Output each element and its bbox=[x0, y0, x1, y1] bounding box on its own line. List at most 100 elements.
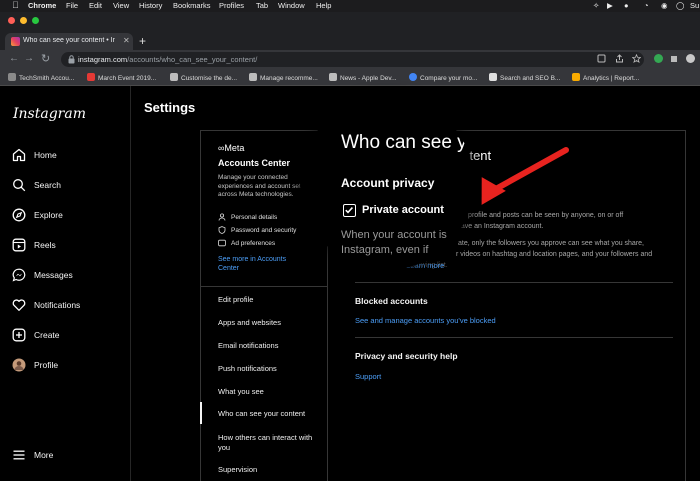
bookmark-item[interactable]: Analytics | Report... bbox=[572, 73, 639, 82]
bookmark-label: News - Apple Dev... bbox=[340, 75, 397, 82]
url-text[interactable]: instagram.com/accounts/who_can_see_your_… bbox=[78, 55, 257, 64]
instagram-logo[interactable]: Instagram bbox=[13, 106, 86, 122]
menu-help[interactable]: Help bbox=[316, 1, 331, 10]
nav-profile-label: Profile bbox=[34, 360, 59, 370]
privacy-description-line: have an Instagram account. bbox=[457, 223, 544, 230]
siri-icon[interactable]: ◉ bbox=[661, 1, 668, 10]
mac-menubar:  Chrome File Edit View History Bookmark… bbox=[0, 0, 700, 12]
menu-what-you-see[interactable]: What you see bbox=[218, 387, 264, 396]
menu-history[interactable]: History bbox=[139, 1, 162, 10]
menu-push-notifications[interactable]: Push notifications bbox=[218, 364, 277, 373]
bookmark-item[interactable]: News - Apple Dev... bbox=[329, 73, 397, 82]
bookmark-star-icon[interactable] bbox=[632, 54, 641, 63]
private-account-label[interactable]: Private account bbox=[362, 204, 444, 216]
support-link[interactable]: Support bbox=[355, 372, 381, 381]
apple-icon[interactable]:  bbox=[12, 0, 19, 10]
bookmark-item[interactable]: March Event 2019... bbox=[87, 73, 156, 82]
bookmark-label: Compare your mo... bbox=[420, 75, 478, 82]
nav-create-label: Create bbox=[34, 330, 60, 340]
instagram-sidebar bbox=[0, 86, 131, 481]
menu-app-chrome[interactable]: Chrome bbox=[28, 1, 56, 10]
tab-close-icon[interactable]: ✕ bbox=[123, 36, 130, 45]
apple-bookmark-icon bbox=[329, 73, 337, 81]
hamburger-icon bbox=[13, 450, 25, 460]
menu-profiles[interactable]: Profiles bbox=[219, 1, 244, 10]
menu-how-others-interact[interactable]: How others can interact with you bbox=[218, 433, 322, 453]
lock-icon[interactable] bbox=[68, 55, 75, 64]
menu-edit-profile[interactable]: Edit profile bbox=[218, 295, 253, 304]
nav-messages-label: Messages bbox=[34, 270, 73, 280]
menu-view[interactable]: View bbox=[113, 1, 129, 10]
see-more-accounts-center-link[interactable]: See more in Accounts Center bbox=[218, 255, 308, 273]
wifi-icon[interactable]: ● bbox=[624, 1, 629, 10]
play-icon[interactable]: ▶ bbox=[607, 1, 613, 10]
zoom-window-button[interactable] bbox=[32, 17, 39, 24]
user-icon[interactable]: ◯ bbox=[676, 1, 684, 10]
menu-apps-websites[interactable]: Apps and websites bbox=[218, 318, 281, 327]
bookmark-item[interactable]: Customise the de... bbox=[170, 73, 237, 82]
privacy-description-line: Instagram, even if bbox=[341, 244, 429, 256]
private-account-checkbox[interactable] bbox=[343, 204, 356, 217]
bookmark-favicon-icon bbox=[8, 73, 16, 81]
tab-title: Who can see your content • Ins bbox=[23, 37, 115, 44]
share-icon[interactable] bbox=[615, 54, 624, 63]
divider bbox=[355, 337, 673, 338]
home-icon bbox=[12, 148, 26, 162]
control-center-icon[interactable]: ◔ bbox=[644, 1, 649, 10]
divider bbox=[355, 282, 673, 283]
bookmark-item[interactable]: Search and SEO B... bbox=[489, 73, 560, 82]
red-arrow-annotation bbox=[481, 147, 569, 205]
nav-reels-label: Reels bbox=[34, 240, 56, 250]
extension-green-icon[interactable] bbox=[654, 54, 663, 63]
page-title: Settings bbox=[144, 100, 196, 115]
privacy-description-line: ate, only the followers you approve can … bbox=[458, 240, 644, 247]
back-icon[interactable]: ← bbox=[9, 53, 19, 64]
menu-tab[interactable]: Tab bbox=[256, 1, 268, 10]
profile-avatar-icon[interactable] bbox=[686, 54, 695, 63]
person-icon bbox=[218, 213, 226, 221]
browser-tab[interactable]: Who can see your content • Ins ✕ bbox=[5, 33, 133, 50]
analytics-icon bbox=[572, 73, 580, 81]
nav-home-label: Home bbox=[34, 150, 57, 160]
bookmark-label: March Event 2019... bbox=[98, 75, 157, 82]
bookmark-item[interactable]: Manage recomme... bbox=[249, 73, 318, 82]
bookmark-item[interactable]: Compare your mo... bbox=[409, 73, 477, 82]
google-icon bbox=[409, 73, 417, 81]
close-window-button[interactable] bbox=[8, 17, 15, 24]
menu-bookmarks[interactable]: Bookmarks bbox=[173, 1, 211, 10]
meta-logo: ∞Meta bbox=[218, 143, 244, 153]
compass-icon bbox=[12, 208, 26, 222]
nav-more-label: More bbox=[34, 450, 54, 460]
nav-search-label: Search bbox=[34, 180, 61, 190]
manage-blocked-link[interactable]: See and manage accounts you've blocked bbox=[355, 316, 496, 325]
shield-icon bbox=[218, 226, 226, 234]
new-tab-button[interactable]: + bbox=[139, 34, 146, 48]
menu-email-notifications[interactable]: Email notifications bbox=[218, 341, 278, 350]
account-privacy-heading: Account privacy bbox=[341, 176, 435, 190]
messenger-icon bbox=[12, 268, 26, 282]
url-path: /accounts/who_can_see_your_content/ bbox=[127, 55, 258, 64]
minimize-window-button[interactable] bbox=[20, 17, 27, 24]
menu-supervision[interactable]: Supervision bbox=[218, 465, 257, 474]
forward-icon[interactable]: → bbox=[24, 53, 34, 64]
privacy-help-heading: Privacy and security help bbox=[355, 351, 458, 361]
menu-who-can-see[interactable]: Who can see your content bbox=[218, 409, 305, 418]
menu-edit[interactable]: Edit bbox=[89, 1, 102, 10]
privacy-description-line: When your account is bbox=[341, 229, 447, 241]
ad-icon bbox=[218, 239, 226, 247]
user-name[interactable]: Su bbox=[690, 1, 699, 10]
bluetooth-icon[interactable]: ✧ bbox=[593, 1, 599, 10]
bookmark-item[interactable]: TechSmith Accou... bbox=[8, 73, 74, 82]
nav-explore-label: Explore bbox=[34, 210, 63, 220]
active-menu-indicator bbox=[200, 402, 202, 424]
reload-icon[interactable]: ↻ bbox=[41, 52, 50, 65]
extensions-puzzle-icon[interactable] bbox=[670, 54, 679, 63]
bookmark-label: TechSmith Accou... bbox=[19, 75, 75, 82]
url-host: instagram.com bbox=[78, 55, 128, 64]
checkmark-icon bbox=[345, 207, 353, 214]
menu-window[interactable]: Window bbox=[278, 1, 305, 10]
reels-icon bbox=[12, 238, 26, 252]
instagram-favicon bbox=[11, 37, 20, 46]
install-app-icon[interactable] bbox=[597, 54, 606, 63]
menu-file[interactable]: File bbox=[66, 1, 78, 10]
